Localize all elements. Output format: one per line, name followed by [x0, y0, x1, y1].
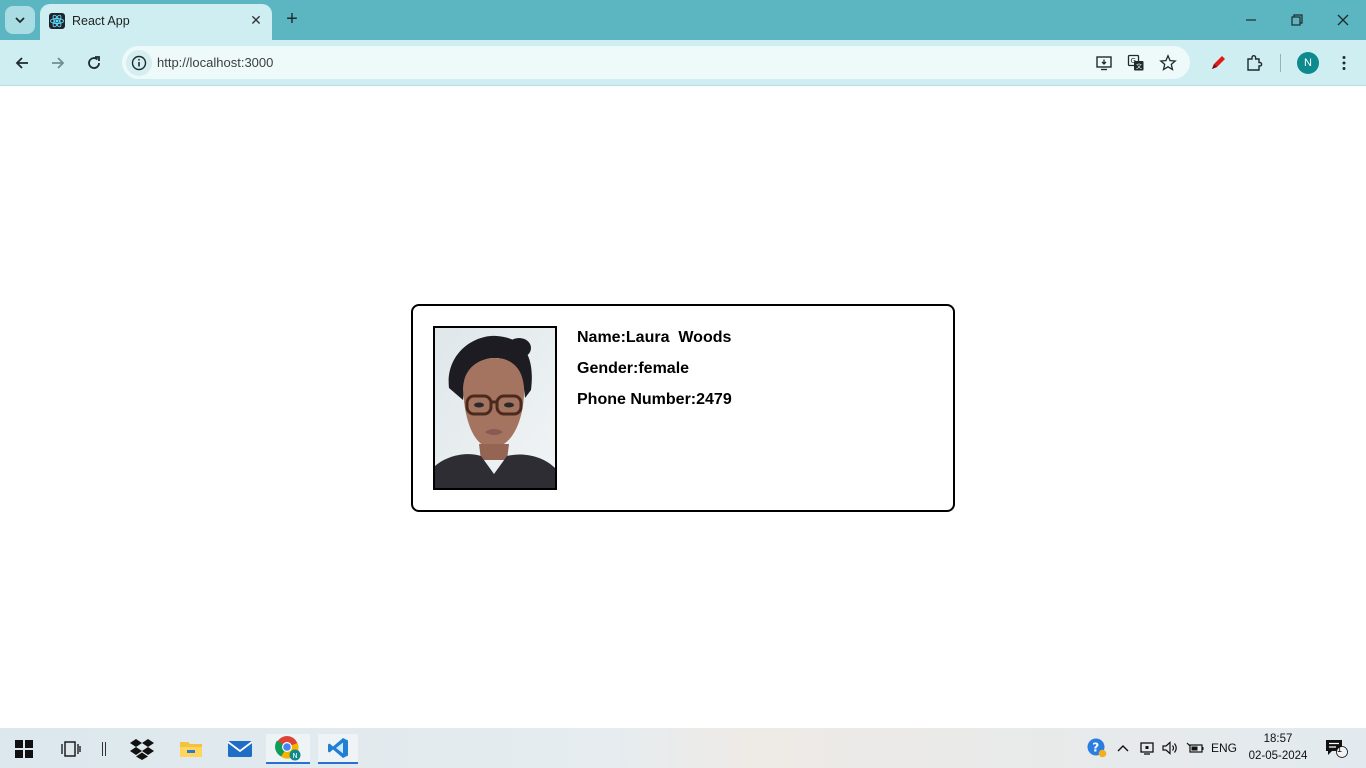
install-app-icon[interactable]: [1094, 53, 1114, 73]
bookmark-star-icon[interactable]: [1158, 53, 1178, 73]
gender-row: Gender:female: [577, 359, 732, 390]
phone-row: Phone Number:2479: [577, 390, 732, 421]
profile-avatar[interactable]: N: [1297, 52, 1319, 74]
page-content: Name:Laura Woods Gender:female Phone Num…: [0, 87, 1366, 728]
windows-taskbar: N ? ENG 18:57 02-05-2024 1: [0, 728, 1366, 768]
file-explorer-icon[interactable]: [173, 734, 209, 764]
arrow-left-icon: [15, 57, 28, 69]
language-indicator[interactable]: ENG: [1209, 738, 1239, 758]
restore-icon[interactable]: [1285, 8, 1309, 32]
tab-search-button[interactable]: [5, 6, 35, 34]
name-value: Laura Woods: [625, 329, 732, 346]
svg-text:?: ?: [1092, 741, 1099, 755]
forward-button[interactable]: [45, 50, 71, 76]
phone-value: 2479: [696, 391, 732, 408]
address-bar[interactable]: http://localhost:3000 G文: [122, 46, 1190, 79]
name-label: Name:: [577, 329, 626, 346]
close-tab-icon[interactable]: ✕: [248, 12, 264, 28]
volume-icon[interactable]: [1160, 738, 1180, 758]
profile-initial: N: [1304, 57, 1312, 69]
notification-center-icon[interactable]: 1: [1322, 738, 1350, 758]
taskbar-clock[interactable]: 18:57 02-05-2024: [1240, 731, 1316, 765]
name-row: Name:Laura Woods: [577, 328, 732, 359]
pen-extension-icon[interactable]: [1207, 52, 1229, 74]
minimize-icon[interactable]: [1239, 8, 1263, 32]
svg-text:文: 文: [1136, 63, 1142, 71]
browser-menu-icon[interactable]: [1333, 52, 1355, 74]
tab-react-app[interactable]: React App ✕: [40, 4, 272, 40]
react-logo-icon: [49, 13, 65, 29]
clock-time: 18:57: [1263, 733, 1293, 745]
back-button[interactable]: [9, 50, 35, 76]
site-info-button[interactable]: [126, 50, 152, 76]
phone-label: Phone Number:: [577, 391, 697, 408]
gender-value: female: [638, 360, 690, 377]
new-tab-button[interactable]: +: [282, 8, 302, 30]
show-hidden-icons-icon[interactable]: [1114, 738, 1132, 758]
language-text: ENG: [1210, 741, 1237, 755]
chevron-down-icon: [15, 17, 25, 24]
extensions-puzzle-icon[interactable]: [1243, 52, 1265, 74]
translate-icon[interactable]: G文: [1126, 53, 1146, 73]
device-tray-icon[interactable]: [1138, 738, 1156, 758]
tab-title: React App: [72, 14, 130, 28]
notification-count-badge: 1: [1337, 744, 1343, 754]
mail-icon[interactable]: [222, 734, 258, 764]
user-photo: [433, 326, 557, 490]
clock-date: 02-05-2024: [1248, 750, 1308, 762]
browser-tabstrip: React App ✕ +: [0, 0, 1366, 40]
windows-start-icon[interactable]: [6, 734, 42, 764]
reload-icon: [88, 56, 100, 69]
chrome-taskbar-icon[interactable]: N: [266, 734, 310, 764]
info-icon: [131, 55, 147, 71]
close-window-icon[interactable]: [1331, 8, 1355, 32]
dropbox-icon[interactable]: [124, 734, 160, 764]
gender-label: Gender:: [577, 360, 639, 377]
task-view-icon[interactable]: [53, 734, 89, 764]
help-tray-icon[interactable]: ?: [1086, 738, 1108, 758]
user-card: Name:Laura Woods Gender:female Phone Num…: [411, 304, 955, 512]
svg-text:N: N: [292, 752, 297, 760]
user-info: Name:Laura Woods Gender:female Phone Num…: [577, 328, 732, 421]
network-battery-icon[interactable]: [1185, 738, 1205, 758]
reload-button[interactable]: [81, 50, 107, 76]
browser-toolbar: http://localhost:3000 G文 N: [0, 40, 1366, 86]
vscode-icon[interactable]: [318, 734, 358, 764]
arrow-right-icon: [52, 57, 65, 69]
url-text[interactable]: http://localhost:3000: [157, 55, 273, 70]
taskbar-divider: [86, 734, 122, 764]
toolbar-divider: [1280, 54, 1281, 72]
